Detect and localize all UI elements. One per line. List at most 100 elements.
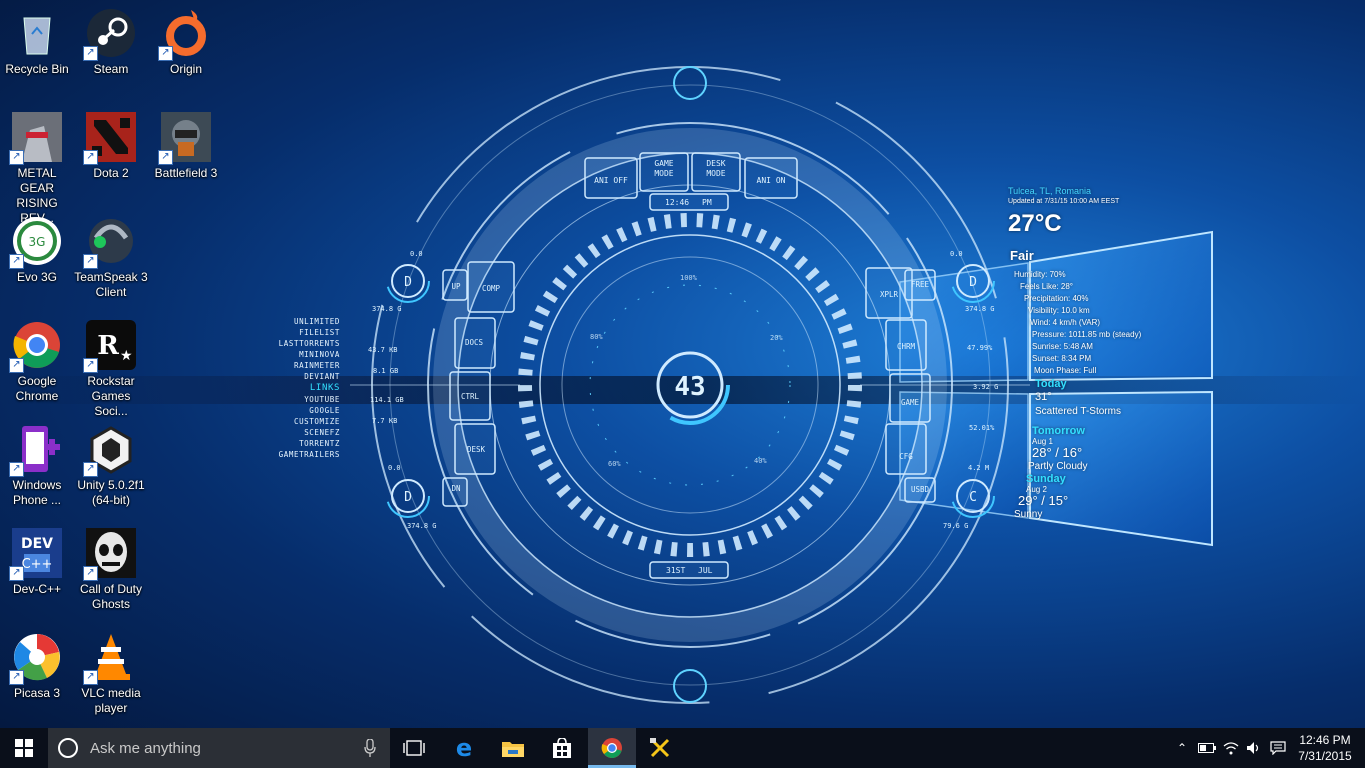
- hud-disk-size: 374.8 G: [407, 522, 437, 530]
- taskbar-file-explorer[interactable]: [489, 728, 537, 768]
- hud-button-ctrl[interactable]: CTRL: [461, 392, 480, 401]
- link-item[interactable]: RAINMETER: [250, 360, 340, 371]
- hud-net-right-value: 52.01%: [969, 424, 995, 432]
- hud-button-cfg[interactable]: CFG: [899, 452, 913, 461]
- hud-disk-letter: D: [404, 275, 412, 290]
- hud-button-chrm[interactable]: CHRM: [897, 342, 916, 351]
- hud-ring-label: 60%: [608, 460, 621, 468]
- weather-detail: Humidity: 70%: [1014, 270, 1066, 279]
- weather-detail: Sunrise: 5:48 AM: [1032, 342, 1093, 351]
- weather-detail: Pressure: 1011.85 mb (steady): [1032, 330, 1142, 339]
- hud-button-ani-on[interactable]: ANI ON: [757, 176, 786, 185]
- hud-button-desk-mode[interactable]: DESK: [706, 159, 725, 168]
- taskbar-store[interactable]: [538, 728, 586, 768]
- task-view-button[interactable]: [390, 728, 438, 768]
- hud-button-docs[interactable]: DOCS: [465, 338, 484, 347]
- chevron-up-icon: ⌃: [1176, 741, 1188, 755]
- hud-date-day: 31ST: [666, 566, 685, 575]
- notification-icon: [1270, 741, 1286, 755]
- taskbar-edge[interactable]: e: [440, 728, 488, 768]
- link-item[interactable]: MININOVA: [250, 349, 340, 360]
- hud-button-desk[interactable]: DESK: [467, 445, 486, 454]
- clock-date: 7/31/2015: [1298, 749, 1352, 763]
- hud-date-month: JUL: [698, 566, 713, 575]
- tray-overflow-button[interactable]: ⌃: [1172, 728, 1192, 768]
- link-item[interactable]: GOOGLE: [250, 405, 340, 416]
- weather-tomorrow-label: Tomorrow: [1032, 425, 1085, 437]
- hud-ring-label: 80%: [590, 333, 603, 341]
- hud-button-label-line2: MODE: [654, 169, 673, 178]
- hud-button-up[interactable]: UP: [451, 282, 461, 291]
- task-view-icon: [403, 740, 425, 756]
- tray-battery[interactable]: [1196, 728, 1218, 768]
- link-item[interactable]: FILELIST: [250, 327, 340, 338]
- weather-location: Tulcea, TL, Romania: [1008, 186, 1092, 196]
- weather-today-cond: Scattered T-Storms: [1035, 406, 1121, 417]
- hud-disk-size: 79.6 G: [943, 522, 968, 530]
- weather-detail: Sunset: 8:34 PM: [1032, 354, 1092, 363]
- taskbar-clock[interactable]: 12:46 PM 7/31/2015: [1290, 732, 1360, 764]
- weather-tomorrow-cond: Partly Cloudy: [1028, 461, 1088, 472]
- hud-button-comp[interactable]: COMP: [482, 284, 501, 293]
- hud-labels: 12:46 PM 31ST JUL 43 ANI OFFGAMEMODEDESK…: [368, 159, 998, 575]
- hud-net-left-value: 114.1 GB: [370, 396, 404, 404]
- weather-detail: Moon Phase: Full: [1034, 366, 1097, 375]
- microphone-icon[interactable]: [364, 739, 376, 757]
- store-icon: [553, 738, 571, 758]
- edge-icon: e: [455, 734, 473, 762]
- chrome-icon: [601, 738, 622, 758]
- hud-disk-used: 0.0: [410, 250, 423, 258]
- taskbar-chrome[interactable]: [588, 728, 636, 768]
- hud-disk-letter: C: [969, 490, 977, 505]
- weather-detail: Feels Like: 28°: [1020, 282, 1074, 291]
- search-placeholder: Ask me anything: [90, 739, 201, 757]
- battery-icon: [1198, 743, 1216, 753]
- weather-detail: Precipitation: 40%: [1024, 294, 1089, 303]
- taskbar-app[interactable]: [636, 728, 684, 768]
- hud-ring-label: 20%: [770, 334, 783, 342]
- link-item[interactable]: DEVIANT: [250, 371, 340, 382]
- hud-net-left-value: 7.7 KB: [372, 417, 397, 425]
- tray-network[interactable]: [1220, 728, 1242, 768]
- weather-today-temp: 31°: [1035, 391, 1052, 403]
- taskbar: Ask me anything e ⌃ 12:46 PM 7/31/2015: [0, 728, 1365, 768]
- hud-button-ani-off[interactable]: ANI OFF: [594, 176, 628, 185]
- hud-button-usbd[interactable]: USBD: [911, 485, 930, 494]
- links-header: LINKS: [309, 382, 340, 393]
- weather-detail: Visibility: 10.0 km: [1028, 306, 1090, 315]
- cortana-icon: [58, 738, 78, 758]
- hud-button-dn[interactable]: DN: [451, 484, 460, 493]
- tray-volume[interactable]: [1244, 728, 1264, 768]
- link-item[interactable]: LASTTORRENTS: [250, 338, 340, 349]
- weather-sunday-label: Sunday: [1026, 473, 1066, 485]
- link-item[interactable]: YOUTUBE: [250, 394, 340, 405]
- windows-start-icon: [15, 739, 33, 757]
- weather-tomorrow-temp: 28° / 16°: [1032, 445, 1083, 460]
- start-button[interactable]: [0, 728, 48, 768]
- hud-button-game-mode[interactable]: GAME: [654, 159, 673, 168]
- hud-ampm: PM: [702, 198, 712, 207]
- hud-disk-size: 374.8 G: [372, 305, 402, 313]
- link-item[interactable]: UNLIMITED: [250, 316, 340, 327]
- weather-sunday-temp: 29° / 15°: [1018, 493, 1069, 508]
- hud-disk-used: 4.2 M: [968, 464, 989, 472]
- link-item[interactable]: GAMETRAILERS: [250, 449, 340, 460]
- link-list: UNLIMITED FILELIST LASTTORRENTS MININOVA RAI…: [250, 316, 340, 460]
- link-item[interactable]: SCENEFZ: [250, 427, 340, 438]
- speaker-icon: [1247, 742, 1259, 754]
- action-center-button[interactable]: [1266, 728, 1290, 768]
- hud-button-xplr[interactable]: XPLR: [880, 290, 899, 299]
- hud-disk-used: 0.0: [950, 250, 963, 258]
- link-item[interactable]: CUSTOMIZE: [250, 416, 340, 427]
- hud-button-free[interactable]: FREE: [911, 280, 930, 289]
- link-item[interactable]: TORRENTZ: [250, 438, 340, 449]
- hud-net-left-value: 43.7 KB: [368, 346, 398, 354]
- wifi-icon: [1223, 742, 1239, 755]
- hud-disk-letter: D: [969, 275, 977, 290]
- cortana-search-box[interactable]: Ask me anything: [48, 728, 390, 768]
- weather-sunday-cond: Sunny: [1014, 509, 1043, 520]
- hud-button-game[interactable]: GAME: [901, 398, 920, 407]
- hud-button-label-line2: MODE: [706, 169, 725, 178]
- hud-time: 12:46: [665, 198, 689, 207]
- hud-disk-size: 374.8 G: [965, 305, 995, 313]
